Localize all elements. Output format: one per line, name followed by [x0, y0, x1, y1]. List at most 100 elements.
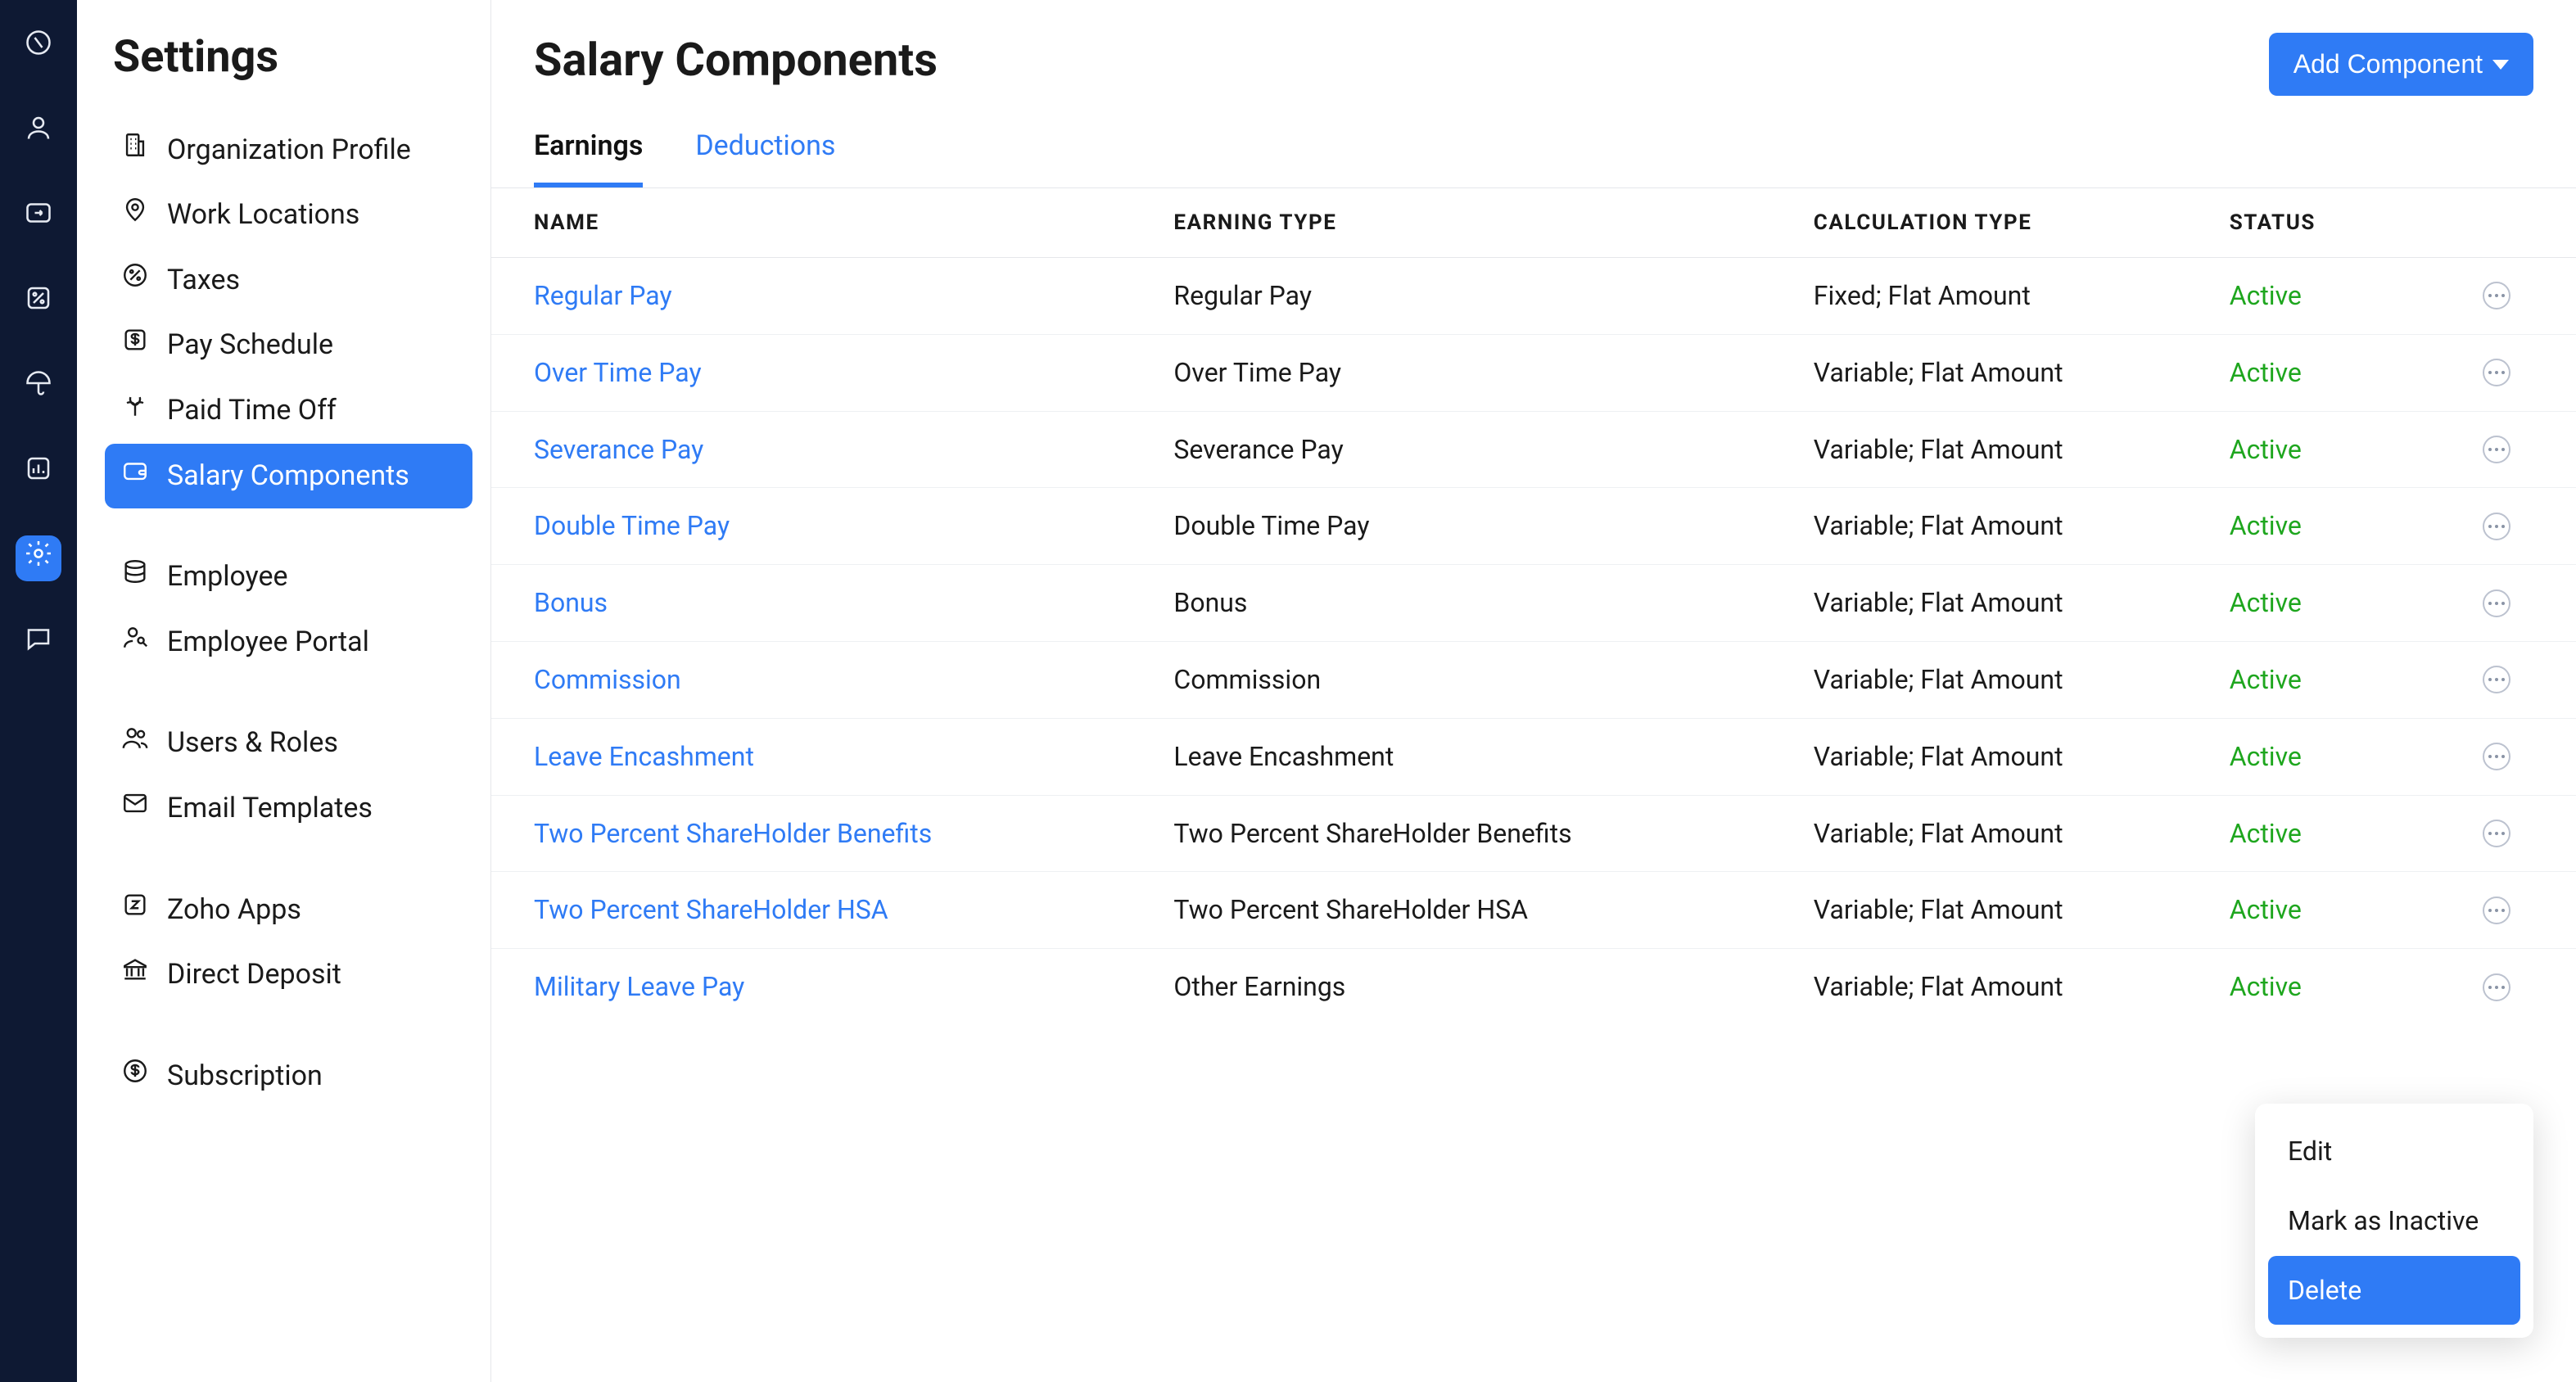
earning-type-cell: Double Time Pay [1173, 508, 1813, 544]
main-header: Salary Components Add Component [491, 0, 2576, 96]
status-cell: Active [2230, 355, 2460, 391]
component-name-link[interactable]: Bonus [534, 587, 608, 618]
envelope-icon [121, 789, 149, 829]
add-component-button[interactable]: Add Component [2269, 33, 2533, 96]
calc-type-cell: Variable; Flat Amount [1814, 892, 2230, 928]
row-actions-button[interactable] [2483, 359, 2510, 386]
icon-rail [0, 0, 77, 1382]
settings-sidebar: Settings Organization ProfileWork Locati… [77, 0, 491, 1382]
status-cell: Active [2230, 585, 2460, 621]
status-cell: Active [2230, 969, 2460, 1005]
tabs: Earnings Deductions [491, 96, 2576, 188]
calc-type-cell: Variable; Flat Amount [1814, 585, 2230, 621]
row-actions-button[interactable] [2483, 896, 2510, 924]
component-name-link[interactable]: Regular Pay [534, 280, 672, 311]
row-actions-button[interactable] [2483, 743, 2510, 770]
sidebar-item-label: Subscription [167, 1057, 323, 1096]
percent-icon [121, 261, 149, 300]
row-actions-button[interactable] [2483, 973, 2510, 1001]
row-actions-button[interactable] [2483, 820, 2510, 847]
calc-type-cell: Variable; Flat Amount [1814, 431, 2230, 468]
col-earning: EARNING TYPE [1173, 208, 1813, 237]
component-name-link[interactable]: Double Time Pay [534, 510, 730, 541]
tab-deductions[interactable]: Deductions [695, 127, 835, 187]
status-cell: Active [2230, 815, 2460, 852]
users-icon [121, 724, 149, 763]
palm-icon [121, 391, 149, 431]
sidebar-item-label: Employee [167, 558, 288, 597]
sidebar-item-salary-components[interactable]: Salary Components [105, 444, 472, 509]
sidebar-item-label: Work Locations [167, 196, 359, 235]
rail-calc[interactable] [16, 280, 61, 326]
stack-icon [121, 558, 149, 597]
sidebar-item-employee-portal[interactable]: Employee Portal [105, 610, 472, 675]
component-name-link[interactable]: Military Leave Pay [534, 971, 744, 1002]
gear-icon [24, 539, 53, 578]
table-row: CommissionCommissionVariable; Flat Amoun… [491, 641, 2576, 718]
sidebar-item-pto[interactable]: Paid Time Off [105, 378, 472, 444]
component-name-link[interactable]: Two Percent ShareHolder HSA [534, 894, 888, 925]
sidebar-item-direct-deposit[interactable]: Direct Deposit [105, 942, 472, 1008]
component-name-link[interactable]: Leave Encashment [534, 741, 754, 772]
sidebar-item-subscription[interactable]: Subscription [105, 1044, 472, 1109]
sidebar-item-label: Email Templates [167, 789, 373, 829]
row-actions-button[interactable] [2483, 589, 2510, 617]
component-name-link[interactable]: Two Percent ShareHolder Benefits [534, 818, 932, 849]
sidebar-item-label: Direct Deposit [167, 955, 341, 995]
z-square-icon [121, 891, 149, 930]
component-name-link[interactable]: Severance Pay [534, 434, 703, 465]
user-key-icon [121, 623, 149, 662]
earning-type-cell: Over Time Pay [1173, 355, 1813, 391]
row-actions-button[interactable] [2483, 282, 2510, 309]
sidebar-item-work-locations[interactable]: Work Locations [105, 183, 472, 248]
popover-inactive[interactable]: Mark as Inactive [2268, 1186, 2520, 1256]
user-icon [24, 113, 53, 152]
row-actions-button[interactable] [2483, 436, 2510, 463]
status-cell: Active [2230, 508, 2460, 544]
component-name-link[interactable]: Over Time Pay [534, 357, 702, 388]
popover-edit[interactable]: Edit [2268, 1117, 2520, 1186]
inbox-arrow-icon [24, 198, 53, 237]
tab-earnings[interactable]: Earnings [534, 127, 643, 187]
table-row: Regular PayRegular PayFixed; Flat Amount… [491, 258, 2576, 334]
row-actions-button[interactable] [2483, 513, 2510, 540]
sidebar-item-label: Users & Roles [167, 724, 338, 763]
rail-umbrella[interactable] [16, 365, 61, 411]
component-name-link[interactable]: Commission [534, 664, 681, 695]
status-cell: Active [2230, 278, 2460, 314]
rail-settings[interactable] [16, 535, 61, 581]
calc-type-cell: Variable; Flat Amount [1814, 815, 2230, 852]
wallet-icon [121, 457, 149, 496]
dollar-circle-icon [121, 1057, 149, 1096]
sidebar-item-label: Salary Components [167, 457, 409, 496]
sidebar-item-users-roles[interactable]: Users & Roles [105, 711, 472, 776]
popover-delete[interactable]: Delete [2268, 1256, 2520, 1326]
rail-chat[interactable] [16, 621, 61, 666]
status-cell: Active [2230, 892, 2460, 928]
calc-type-cell: Variable; Flat Amount [1814, 969, 2230, 1005]
sidebar-item-org-profile[interactable]: Organization Profile [105, 118, 472, 183]
app-root: Settings Organization ProfileWork Locati… [0, 0, 2576, 1382]
earning-type-cell: Regular Pay [1173, 278, 1813, 314]
sidebar-item-taxes[interactable]: Taxes [105, 248, 472, 314]
calc-type-cell: Variable; Flat Amount [1814, 662, 2230, 698]
status-cell: Active [2230, 662, 2460, 698]
table-row: BonusBonusVariable; Flat AmountActive [491, 564, 2576, 641]
sidebar-item-email-templates[interactable]: Email Templates [105, 776, 472, 842]
sidebar-item-employee[interactable]: Employee [105, 544, 472, 610]
sidebar-item-label: Pay Schedule [167, 326, 333, 365]
earning-type-cell: Severance Pay [1173, 431, 1813, 468]
rail-employee[interactable] [16, 110, 61, 156]
rail-inbox[interactable] [16, 195, 61, 241]
row-actions-button[interactable] [2483, 666, 2510, 693]
calc-type-cell: Fixed; Flat Amount [1814, 278, 2230, 314]
table-header: NAME EARNING TYPE CALCULATION TYPE STATU… [491, 188, 2576, 258]
main-content: Salary Components Add Component Earnings… [491, 0, 2576, 1382]
rail-reports[interactable] [16, 450, 61, 496]
umbrella-icon [24, 368, 53, 408]
table-row: Two Percent ShareHolder HSATwo Percent S… [491, 871, 2576, 948]
sidebar-item-pay-schedule[interactable]: Pay Schedule [105, 313, 472, 378]
rail-dashboard[interactable] [16, 25, 61, 70]
calc-type-cell: Variable; Flat Amount [1814, 355, 2230, 391]
sidebar-item-zoho-apps[interactable]: Zoho Apps [105, 878, 472, 943]
